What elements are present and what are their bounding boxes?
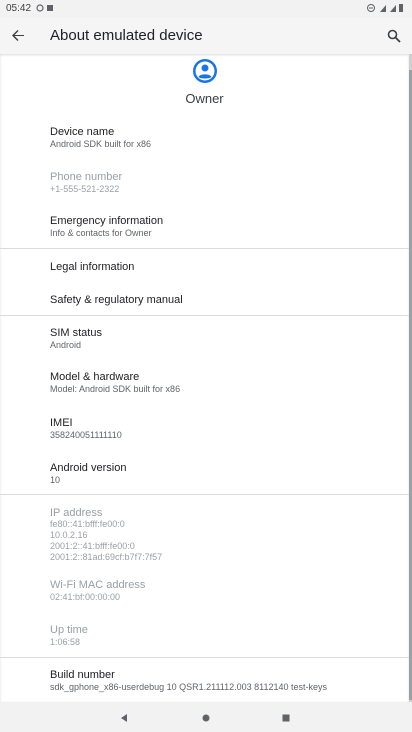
item-subtitle: sdk_gphone_x86-userdebug 10 QSR1.211112.… [50,682,328,692]
item-title: Device name [50,126,115,138]
owner-label: Owner [185,91,224,106]
page-title: About emulated device [50,27,203,44]
divider [0,494,409,495]
item-subtitle: 02:41:bf:00:00:00 [50,592,121,602]
nav-home-button[interactable] [196,708,216,728]
navigation-bar [0,702,412,732]
item-title: Build number [50,669,115,681]
item-title: Android version [50,462,127,474]
nav-home-icon [202,714,210,722]
item-title: Phone number [50,171,123,183]
item-title: Up time [50,624,88,636]
item-title: IMEI [50,417,73,429]
status-bar: 05:42 [0,0,412,18]
model-hardware-item[interactable]: Model & hardware Model: Android SDK buil… [0,365,409,405]
app-bar: About emulated device [0,18,412,54]
legal-information-item[interactable]: Legal information [0,251,409,281]
search-button[interactable] [382,24,406,48]
nav-back-button[interactable] [114,708,134,728]
signal-battery-icon [367,4,403,12]
item-subtitle: +1-555-521-2322 [50,184,120,194]
item-subtitle: Info & contacts for Owner [50,228,152,238]
item-subtitle: Android SDK built for x86 [50,139,152,149]
android-version-item[interactable]: Android version 10 [0,455,409,495]
item-title: Safety & regulatory manual [50,294,183,306]
item-subtitle: 2001:2::41:bfff:fe00:0 [50,541,135,551]
item-subtitle: 10.0.2.16 [50,530,88,540]
notification-icons [36,3,56,15]
back-button[interactable] [6,24,30,48]
notification-icon [36,4,53,12]
account-circle-icon [193,59,217,83]
status-right-icons [366,2,404,17]
phone-number-item: Phone number +1-555-521-2322 [0,162,409,202]
search-icon [387,29,401,43]
item-title: Legal information [50,261,135,273]
item-subtitle: Model: Android SDK built for x86 [50,384,181,394]
item-subtitle: 1:06:58 [50,637,81,647]
item-subtitle: 10 [50,475,61,485]
ip-address-item: IP address fe80::41:bfff:fe00:0 10.0.2.1… [0,500,409,564]
up-time-item: Up time 1:06:58 [0,617,409,657]
item-title: Wi-Fi MAC address [50,579,146,591]
item-title: SIM status [50,327,102,339]
arrow-back-icon [12,30,24,41]
emergency-information-item[interactable]: Emergency information Info & contacts fo… [0,207,409,247]
safety-regulatory-manual-item[interactable]: Safety & regulatory manual [0,284,409,314]
wifi-mac-address-item: Wi-Fi MAC address 02:41:bf:00:00:00 [0,572,409,612]
nav-back-icon [121,714,127,722]
sim-status-item[interactable]: SIM status Android [0,320,409,360]
divider [0,315,409,316]
imei-item[interactable]: IMEI 358240051111110 [0,410,409,450]
item-subtitle: Android [50,340,82,350]
item-subtitle: 2001:2::81ad:69cf:b7f7:7f57 [50,552,163,562]
item-subtitle: 358240051111110 [50,430,122,440]
device-name-item[interactable]: Device name Android SDK built for x86 [0,118,409,158]
status-time: 05:42 [6,3,32,14]
item-subtitle: fe80::41:bfff:fe00:0 [50,519,125,529]
build-number-item[interactable]: Build number sdk_gphone_x86-userdebug 10… [0,662,409,702]
divider [0,657,409,658]
item-title: Model & hardware [50,371,140,383]
item-title: IP address [50,507,103,519]
nav-recents-icon [282,714,290,722]
item-title: Emergency information [50,215,164,227]
settings-list[interactable]: Owner Device name Android SDK built for … [0,54,409,702]
owner-header: Owner [0,54,409,112]
nav-recents-button[interactable] [276,708,296,728]
divider [0,248,409,249]
